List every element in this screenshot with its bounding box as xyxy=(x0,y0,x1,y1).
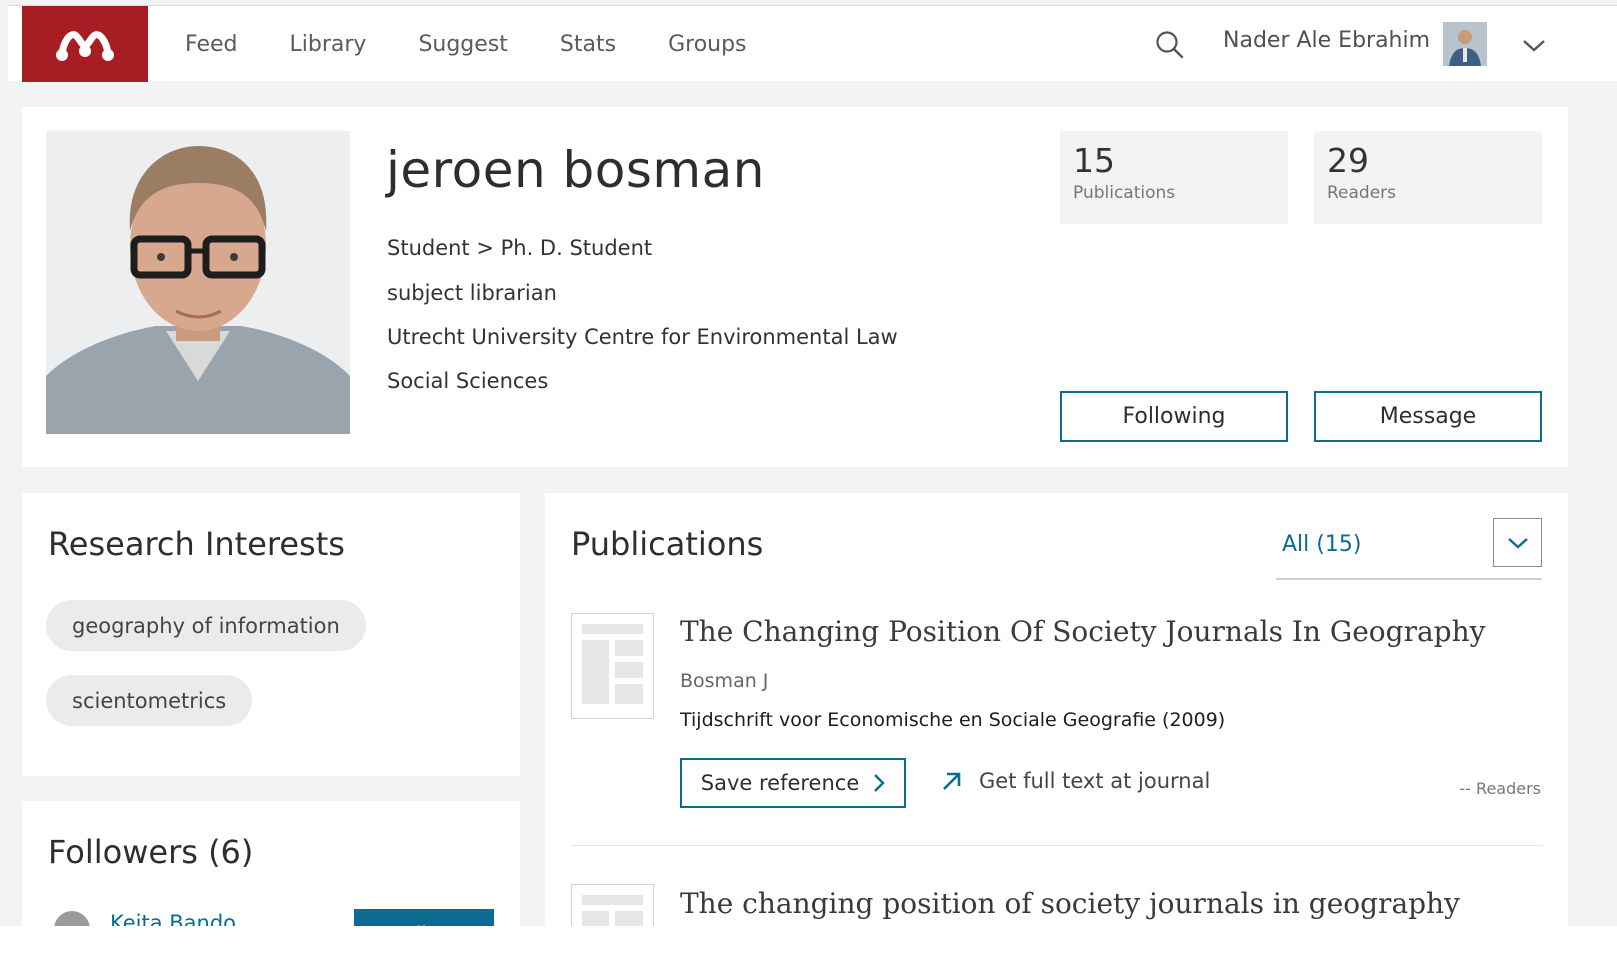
readers-count: 29 xyxy=(1327,141,1369,180)
nav-library[interactable]: Library xyxy=(290,32,367,57)
profile-position: subject librarian xyxy=(387,281,557,305)
publications-stat[interactable]: 15 Publications xyxy=(1060,131,1288,224)
get-full-text-label: Get full text at journal xyxy=(979,769,1211,793)
chevron-right-icon xyxy=(874,774,885,792)
nav-stats[interactable]: Stats xyxy=(560,32,616,57)
publications-label: Publications xyxy=(1073,183,1176,203)
followers-title: Followers (6) xyxy=(48,833,254,871)
profile-header-card: jeroen bosman Student > Ph. D. Student s… xyxy=(22,107,1568,467)
nav-suggest[interactable]: Suggest xyxy=(418,32,507,57)
profile-status: Student > Ph. D. Student xyxy=(387,236,653,260)
message-button[interactable]: Message xyxy=(1314,391,1542,442)
chevron-down-icon[interactable] xyxy=(1520,34,1548,56)
profile-discipline: Social Sciences xyxy=(387,369,549,393)
publication-title[interactable]: The changing position of society journal… xyxy=(680,887,1460,920)
publication-author: Bosman J xyxy=(680,670,769,692)
publications-title: Publications xyxy=(571,525,764,563)
save-reference-button[interactable]: Save reference xyxy=(680,758,906,808)
nav-feed[interactable]: Feed xyxy=(185,32,238,57)
save-reference-label: Save reference xyxy=(700,771,860,795)
publication-title[interactable]: The Changing Position Of Society Journal… xyxy=(680,615,1485,648)
research-interests-card: Research Interests geography of informat… xyxy=(22,493,520,776)
readers-label: Readers xyxy=(1327,183,1397,203)
nav-groups[interactable]: Groups xyxy=(668,32,746,57)
window-bottom-edge xyxy=(0,926,1617,954)
external-link-arrow-icon xyxy=(943,772,961,790)
profile-photo xyxy=(46,131,350,434)
mendeley-logo[interactable] xyxy=(22,6,148,82)
publication-readers: -- Readers xyxy=(1459,779,1541,798)
publications-filter[interactable]: All (15) xyxy=(1276,518,1542,580)
profile-name: jeroen bosman xyxy=(386,141,765,199)
interest-tag[interactable]: geography of information xyxy=(46,600,366,651)
following-button[interactable]: Following xyxy=(1060,391,1288,442)
readers-stat[interactable]: 29 Readers xyxy=(1314,131,1542,224)
profile-institution[interactable]: Utrecht University Centre for Environmen… xyxy=(387,325,898,349)
get-full-text-link[interactable]: Get full text at journal xyxy=(941,766,1210,796)
chevron-down-icon[interactable] xyxy=(1493,518,1542,567)
search-icon[interactable] xyxy=(1153,28,1187,62)
user-avatar[interactable] xyxy=(1443,22,1487,66)
mendeley-logo-icon xyxy=(56,31,114,61)
research-interests-title: Research Interests xyxy=(48,525,345,563)
user-name[interactable]: Nader Ale Ebrahim xyxy=(1223,28,1430,53)
divider xyxy=(571,845,1542,846)
publications-card: Publications All (15) The Changing Posit… xyxy=(545,493,1568,954)
main-nav: Feed Library Suggest Stats Groups xyxy=(185,6,799,82)
top-navigation-bar: Feed Library Suggest Stats Groups Nader … xyxy=(8,5,1617,82)
interest-tag[interactable]: scientometrics xyxy=(46,675,253,726)
filter-selected-value[interactable]: All (15) xyxy=(1282,532,1361,557)
publications-count: 15 xyxy=(1073,141,1115,180)
document-thumbnail-icon xyxy=(571,613,654,719)
publication-journal: Tijdschrift voor Economische en Sociale … xyxy=(680,709,1226,731)
